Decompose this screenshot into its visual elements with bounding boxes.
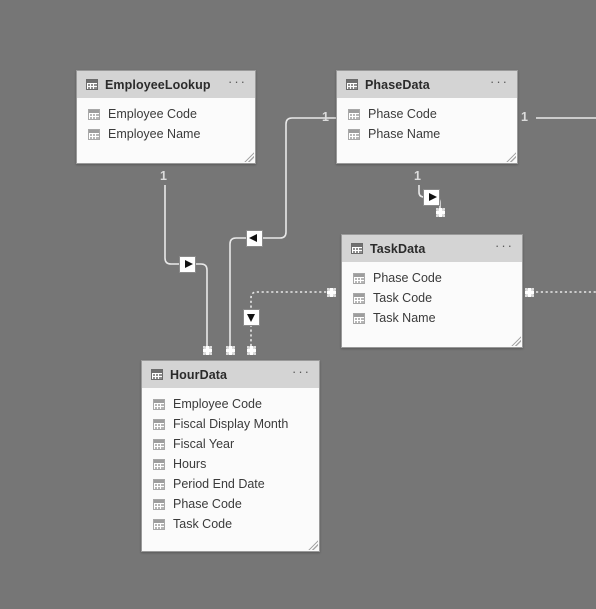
field-row[interactable]: Phase Code bbox=[337, 104, 517, 124]
field-icon bbox=[88, 128, 100, 140]
field-icon bbox=[88, 108, 100, 120]
arrow-down-icon bbox=[244, 310, 259, 325]
table-field-list: Phase Code Phase Name bbox=[337, 98, 517, 144]
table-title: PhaseData bbox=[365, 77, 430, 92]
field-row[interactable]: Employee Code bbox=[77, 104, 255, 124]
table-icon bbox=[151, 369, 163, 380]
field-row[interactable]: Phase Name bbox=[337, 124, 517, 144]
table-field-list: Employee Code Fiscal Display Month Fiscal … bbox=[142, 388, 319, 534]
table-more-options-icon[interactable]: ··· bbox=[495, 239, 514, 255]
cross-filter-arrow-employeelookup-hourdata[interactable] bbox=[179, 256, 196, 273]
field-row[interactable]: Task Code bbox=[142, 514, 319, 534]
resize-handle-icon[interactable] bbox=[307, 539, 318, 550]
field-label: Phase Code bbox=[373, 271, 442, 285]
table-card-taskdata[interactable]: TaskData ··· Phase Code Task Code Task Name bbox=[341, 234, 523, 348]
many-cardinality-star-taskdata-top bbox=[436, 208, 445, 217]
many-cardinality-star-taskdata-left bbox=[327, 288, 336, 297]
many-cardinality-star-hourdata-employee bbox=[203, 346, 212, 355]
table-icon bbox=[346, 79, 358, 90]
table-more-options-icon[interactable]: ··· bbox=[228, 75, 247, 91]
many-cardinality-star-taskdata-right bbox=[525, 288, 534, 297]
cross-filter-arrow-phasedata-taskdata[interactable] bbox=[423, 189, 440, 206]
field-icon bbox=[353, 292, 365, 304]
field-icon bbox=[348, 128, 360, 140]
field-icon bbox=[153, 398, 165, 410]
field-icon bbox=[153, 478, 165, 490]
table-more-options-icon[interactable]: ··· bbox=[292, 365, 311, 381]
field-row[interactable]: Fiscal Display Month bbox=[142, 414, 319, 434]
field-label: Employee Code bbox=[173, 397, 262, 411]
table-field-list: Employee Code Employee Name bbox=[77, 98, 255, 144]
field-row[interactable]: Period End Date bbox=[142, 474, 319, 494]
field-icon bbox=[153, 518, 165, 530]
cardinality-label-one-phasedata-left: 1 bbox=[322, 110, 329, 124]
arrow-right-icon bbox=[180, 257, 195, 272]
field-label: Fiscal Display Month bbox=[173, 417, 289, 431]
field-row[interactable]: Hours bbox=[142, 454, 319, 474]
table-card-hourdata[interactable]: HourData ··· Employee Code Fiscal Display M… bbox=[141, 360, 320, 552]
cardinality-label-one-phasedata-right: 1 bbox=[521, 110, 528, 124]
field-icon bbox=[153, 458, 165, 470]
field-icon bbox=[353, 312, 365, 324]
field-label: Phase Code bbox=[368, 107, 437, 121]
field-label: Task Code bbox=[373, 291, 433, 305]
table-title: TaskData bbox=[370, 241, 426, 256]
field-label: Employee Code bbox=[108, 107, 197, 121]
field-row[interactable]: Phase Code bbox=[142, 494, 319, 514]
cross-filter-arrow-taskdata-hourdata[interactable] bbox=[243, 309, 260, 326]
field-icon bbox=[153, 418, 165, 430]
field-row[interactable]: Phase Code bbox=[342, 268, 522, 288]
table-field-list: Phase Code Task Code Task Name bbox=[342, 262, 522, 328]
table-more-options-icon[interactable]: ··· bbox=[490, 75, 509, 91]
field-icon bbox=[153, 498, 165, 510]
resize-handle-icon[interactable] bbox=[510, 335, 521, 346]
table-header-phasedata[interactable]: PhaseData ··· bbox=[337, 71, 517, 98]
table-title: EmployeeLookup bbox=[105, 77, 211, 92]
resize-handle-icon[interactable] bbox=[243, 151, 254, 162]
cross-filter-arrow-phasedata-hourdata[interactable] bbox=[246, 230, 263, 247]
field-label: Hours bbox=[173, 457, 207, 471]
table-card-phasedata[interactable]: PhaseData ··· Phase Code Phase Name bbox=[336, 70, 518, 164]
table-card-employeelookup[interactable]: EmployeeLookup ··· Employee Code Employee N… bbox=[76, 70, 256, 164]
table-header-employeelookup[interactable]: EmployeeLookup ··· bbox=[77, 71, 255, 98]
arrow-right-icon bbox=[424, 190, 439, 205]
field-icon bbox=[353, 272, 365, 284]
field-row[interactable]: Task Name bbox=[342, 308, 522, 328]
many-cardinality-star-hourdata-phase bbox=[226, 346, 235, 355]
table-header-hourdata[interactable]: HourData ··· bbox=[142, 361, 319, 388]
table-icon bbox=[86, 79, 98, 90]
field-label: Phase Code bbox=[173, 497, 242, 511]
field-row[interactable]: Employee Name bbox=[77, 124, 255, 144]
table-title: HourData bbox=[170, 367, 228, 382]
field-label: Task Name bbox=[373, 311, 436, 325]
field-label: Period End Date bbox=[173, 477, 265, 491]
field-label: Phase Name bbox=[368, 127, 441, 141]
table-header-taskdata[interactable]: TaskData ··· bbox=[342, 235, 522, 262]
cardinality-label-one-phasedata-bottom: 1 bbox=[414, 169, 421, 183]
table-icon bbox=[351, 243, 363, 254]
arrow-left-icon bbox=[247, 231, 262, 246]
resize-handle-icon[interactable] bbox=[505, 151, 516, 162]
many-cardinality-star-hourdata-task bbox=[247, 346, 256, 355]
field-row[interactable]: Employee Code bbox=[142, 394, 319, 414]
field-icon bbox=[348, 108, 360, 120]
cardinality-label-one-employeelookup: 1 bbox=[160, 169, 167, 183]
field-label: Fiscal Year bbox=[173, 437, 235, 451]
field-row[interactable]: Fiscal Year bbox=[142, 434, 319, 454]
field-label: Employee Name bbox=[108, 127, 201, 141]
wire-taskdata-hourdata bbox=[250, 291, 331, 348]
field-row[interactable]: Task Code bbox=[342, 288, 522, 308]
field-label: Task Code bbox=[173, 517, 233, 531]
model-diagram-canvas[interactable]: EmployeeLookup ··· Employee Code Employee N… bbox=[0, 0, 596, 609]
field-icon bbox=[153, 438, 165, 450]
